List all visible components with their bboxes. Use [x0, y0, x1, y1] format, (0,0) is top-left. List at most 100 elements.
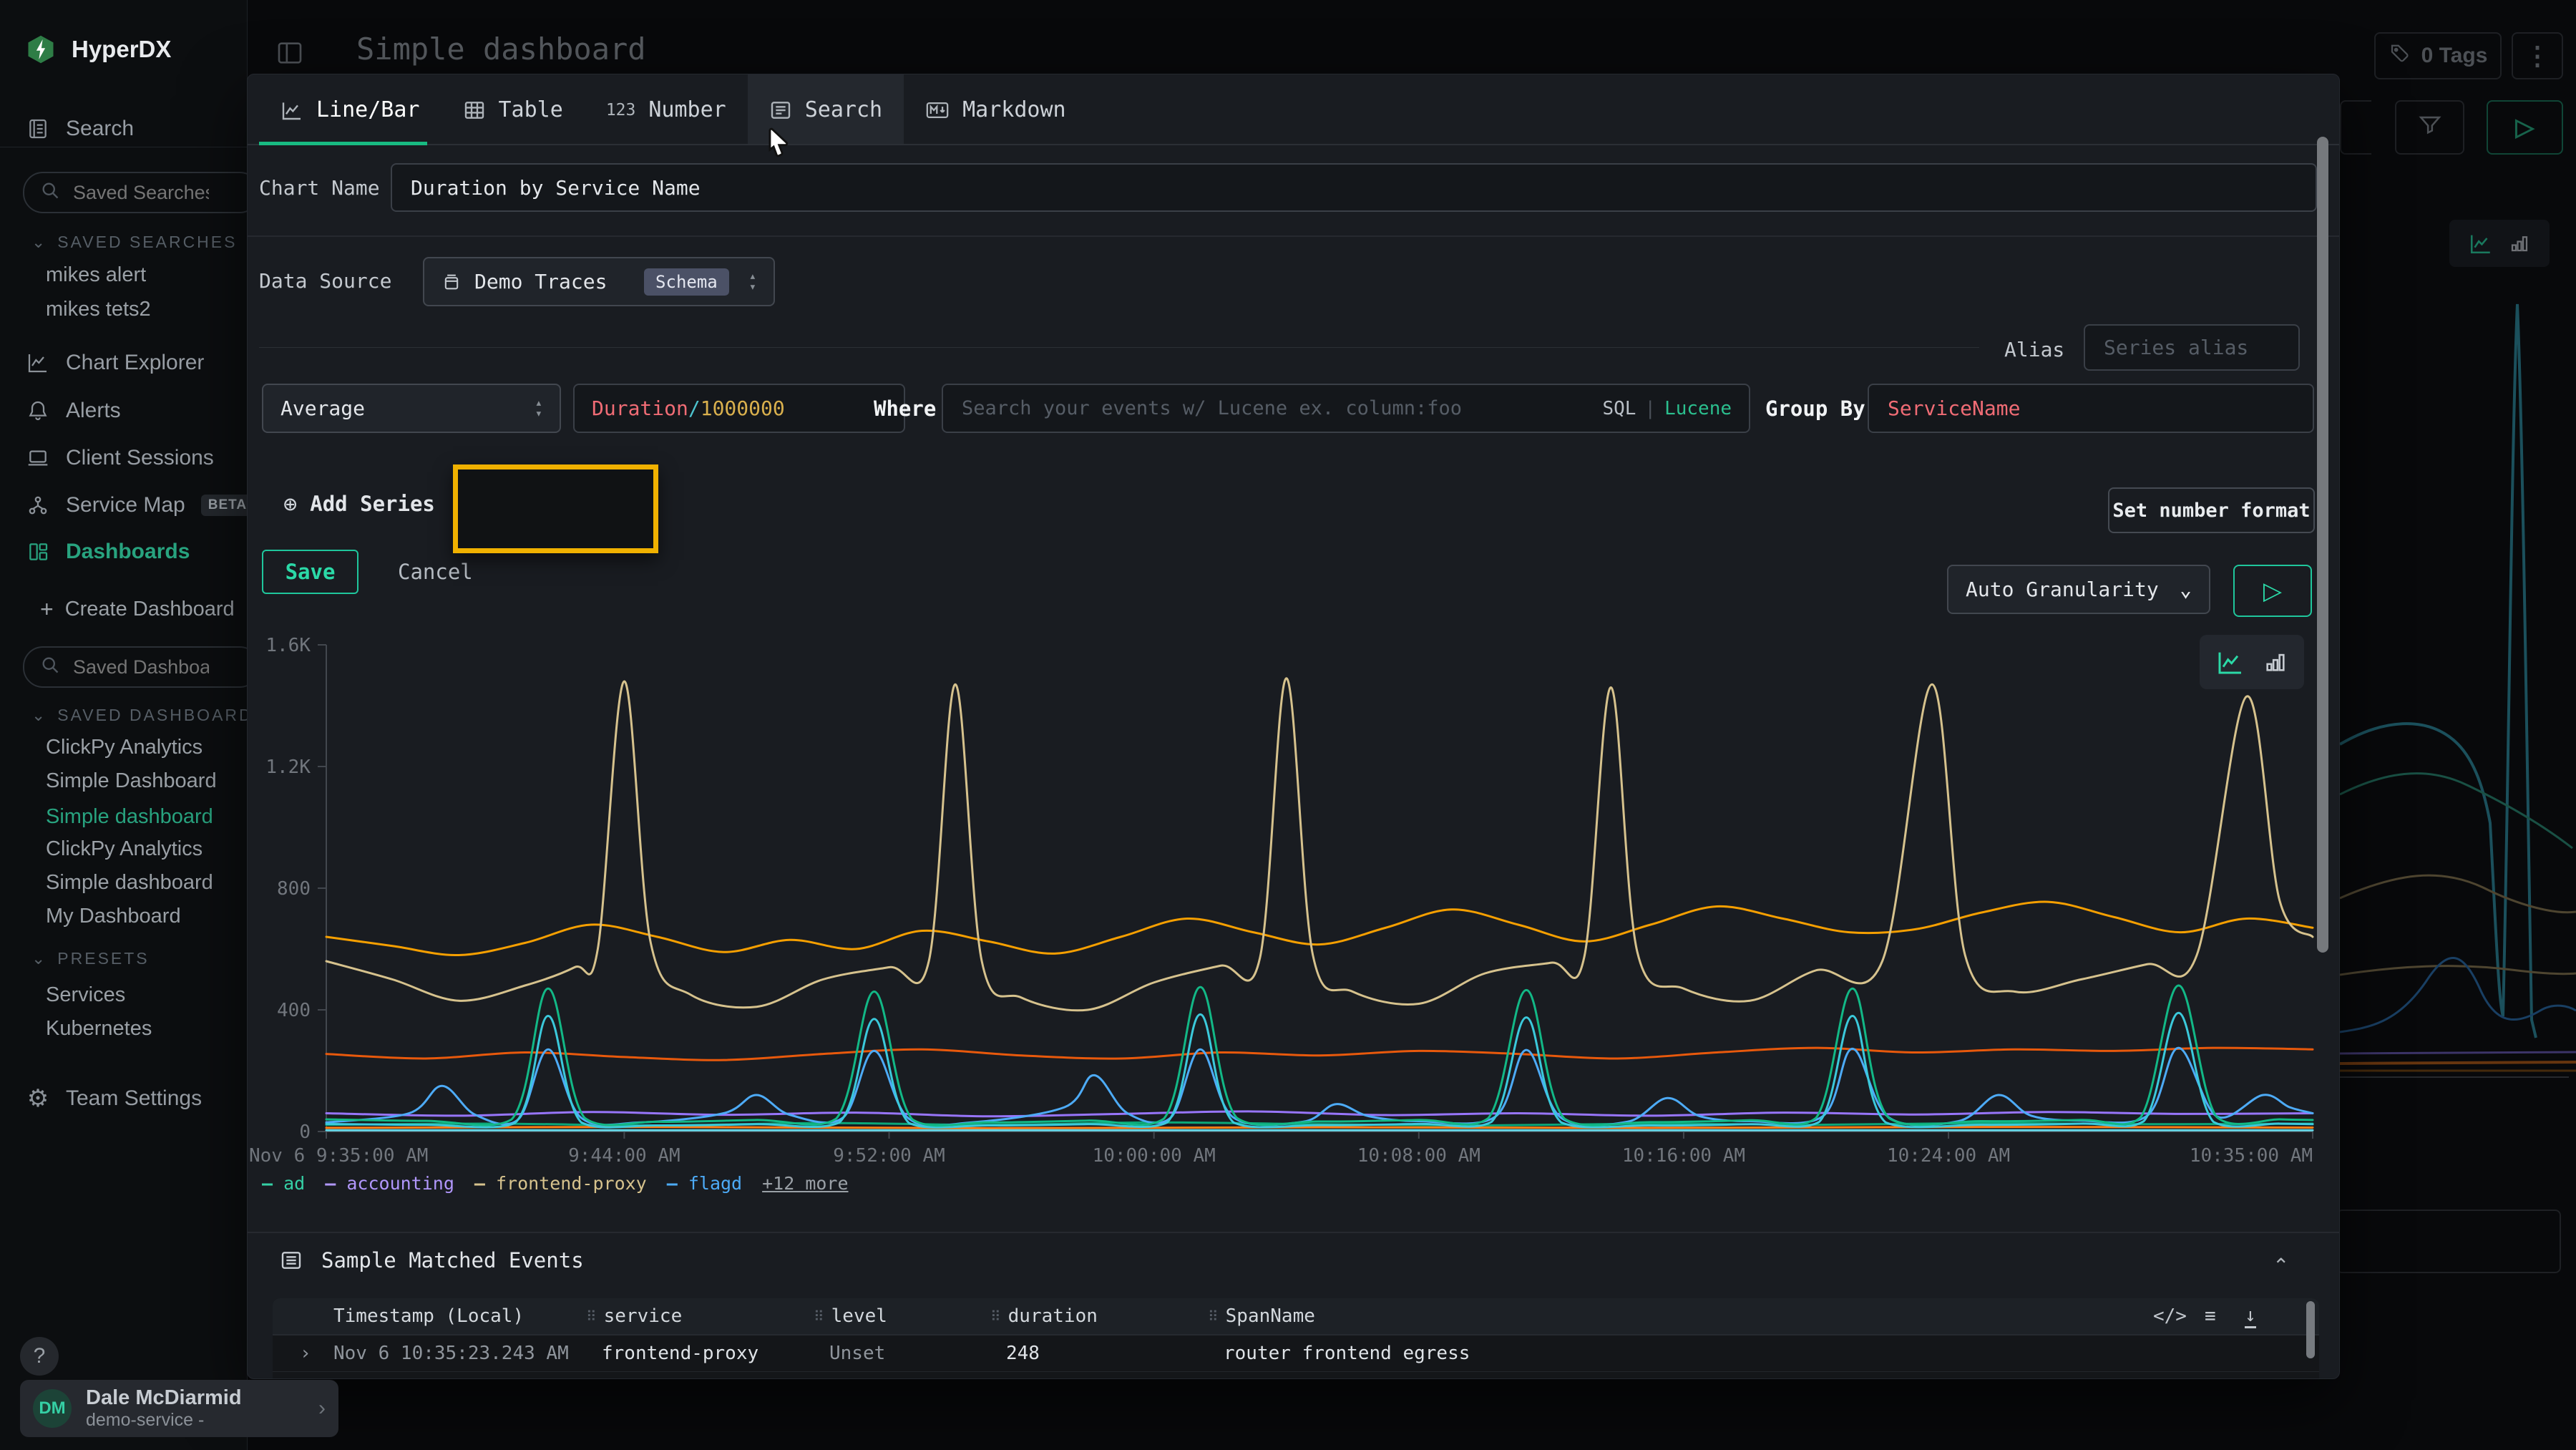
table-row[interactable]: › Nov 6 10:35:23.243 AM frontend-proxy U… — [273, 1335, 2319, 1372]
tab-markdown[interactable]: Markdown — [904, 74, 1088, 145]
saved-dashboards-field[interactable] — [72, 656, 210, 679]
brand: HyperDX — [26, 34, 171, 64]
search-icon — [40, 180, 60, 205]
run-preview-button[interactable]: ▷ — [2233, 565, 2312, 617]
section-divider — [248, 235, 2339, 237]
cell-timestamp: Nov 6 10:35:23.243 AM — [333, 1372, 569, 1378]
hyperdx-logo-icon — [26, 34, 56, 64]
preview-chart-type-toggle[interactable] — [2200, 635, 2304, 689]
svg-text:9:44:00 AM: 9:44:00 AM — [568, 1145, 680, 1167]
legend-item[interactable]: — frontend-proxy — [474, 1173, 647, 1194]
chart-name-input-wrap — [391, 163, 2317, 212]
laptop-icon — [26, 446, 50, 470]
svg-text:10:24:00 AM: 10:24:00 AM — [1887, 1145, 2010, 1167]
tab-line-bar[interactable]: Line/Bar — [259, 74, 441, 145]
sidebar-item-dashboard-active[interactable]: Simple dashboard — [46, 805, 213, 829]
saved-searches-header[interactable]: ⌄ SAVED SEARCHES — [31, 233, 237, 252]
column-header[interactable]: ⠿duration — [990, 1298, 1098, 1334]
presets-header[interactable]: ⌄ PRESETS — [31, 949, 150, 968]
sidebar-item-dashboard[interactable]: My Dashboard — [46, 905, 181, 928]
chart-type-tabs: Line/Bar Table 123 Number Search — [248, 74, 2340, 145]
help-button[interactable]: ? — [20, 1337, 59, 1376]
sql-mode-toggle[interactable]: SQL — [1602, 398, 1636, 419]
saved-dashboards-input[interactable] — [23, 646, 260, 688]
field-expression-input[interactable]: Duration/1000000 — [573, 384, 905, 433]
sidebar-item-team-settings[interactable]: ⚙ Team Settings — [26, 1086, 202, 1111]
tab-table[interactable]: Table — [441, 74, 585, 145]
series-divider — [259, 347, 1979, 348]
sidebar-item-client-sessions[interactable]: Client Sessions — [26, 446, 214, 470]
save-button[interactable]: Save — [262, 550, 358, 594]
tab-number[interactable]: 123 Number — [585, 74, 748, 145]
modal-scrollbar-thumb[interactable] — [2317, 137, 2328, 953]
sidebar-item-label: Search — [66, 117, 134, 141]
drag-handle-icon: ⠿ — [586, 1308, 597, 1325]
column-header[interactable]: Timestamp (Local) — [333, 1298, 524, 1334]
legend-item[interactable]: — accounting — [325, 1173, 454, 1194]
chevron-down-icon: ⌄ — [31, 233, 47, 252]
sidebar-item-dashboard[interactable]: ClickPy Analytics — [46, 837, 203, 861]
sidebar-item-service-map[interactable]: Service Map BETA — [26, 493, 254, 517]
collapse-panel-icon[interactable]: ⌃ — [2273, 1254, 2289, 1278]
sidebar-item-mikes-alert[interactable]: mikes alert — [46, 263, 146, 287]
saved-searches-field[interactable] — [72, 181, 210, 205]
number-token: 1000000 — [701, 396, 785, 420]
saved-searches-input[interactable] — [23, 172, 260, 213]
mouse-cursor — [753, 126, 790, 167]
line-chart-icon — [26, 351, 50, 375]
saved-dashboards-header[interactable]: ⌄ SAVED DASHBOARDS — [31, 706, 266, 725]
plus-icon: + — [40, 596, 54, 623]
download-icon[interactable]: ↓ — [2245, 1298, 2256, 1334]
sidebar-item-dashboard[interactable]: Simple dashboard — [46, 871, 213, 895]
drag-handle-icon: ⠿ — [990, 1308, 1001, 1325]
sidebar-item-dashboards[interactable]: Dashboards — [26, 540, 190, 564]
legend-item[interactable]: — flagd — [667, 1173, 742, 1194]
search-icon — [40, 655, 60, 680]
alias-input[interactable] — [2102, 335, 2281, 360]
cancel-button[interactable]: Cancel — [398, 550, 473, 594]
group-by-input[interactable] — [1886, 396, 2296, 421]
sidebar-item-alerts[interactable]: Alerts — [26, 399, 121, 423]
user-name: Dale McDiarmid — [86, 1386, 304, 1410]
create-dashboard-button[interactable]: + Create Dashboard — [40, 596, 235, 623]
sidebar-item-dashboard[interactable]: ClickPy Analytics — [46, 736, 203, 759]
operator-token: / — [688, 396, 701, 420]
preview-chart[interactable]: 04008001.2K1.6KNov 6 9:35:00 AM9:44:00 A… — [248, 618, 2340, 1191]
tabs-divider — [248, 144, 2339, 145]
column-header[interactable]: ⠿service — [586, 1298, 682, 1334]
avatar: DM — [33, 1389, 72, 1428]
sidebar-item-kubernetes[interactable]: Kubernetes — [46, 1017, 152, 1041]
set-number-format-button[interactable]: Set number format — [2108, 487, 2315, 533]
drag-handle-icon: ⠿ — [1208, 1308, 1219, 1325]
chart-name-input[interactable] — [409, 175, 2298, 200]
data-source-select[interactable]: Demo Traces Schema ▴▾ — [423, 257, 775, 306]
sample-events-header[interactable]: Sample Matched Events — [280, 1248, 584, 1273]
row-expander-icon[interactable]: › — [300, 1372, 311, 1378]
sidebar-item-search[interactable]: Search — [26, 117, 134, 141]
granularity-select[interactable]: Auto Granularity ⌄ — [1947, 565, 2210, 614]
sidebar-item-chart-explorer[interactable]: Chart Explorer — [26, 351, 204, 375]
sidebar-item-mikes-tets2[interactable]: mikes tets2 — [46, 298, 151, 321]
code-view-icon[interactable]: </> — [2153, 1298, 2187, 1334]
row-expander-icon[interactable]: › — [300, 1335, 311, 1371]
beta-badge: BETA — [201, 495, 254, 516]
data-source-value: Demo Traces — [474, 270, 607, 293]
column-header[interactable]: ⠿level — [814, 1298, 887, 1334]
legend-more-link[interactable]: +12 more — [762, 1173, 848, 1194]
aggregation-select[interactable]: Average ▴▾ — [262, 384, 561, 433]
table-row[interactable]: › Nov 6 10:35:23.243 AM frontend-proxy U… — [273, 1372, 2319, 1378]
sidebar: HyperDX Search ⌄ SAVED SEARCHES mikes al… — [0, 0, 248, 1450]
user-card[interactable]: DM Dale McDiarmid demo-service - › — [20, 1380, 338, 1437]
where-search-input[interactable] — [960, 396, 1602, 420]
add-series-button[interactable]: ⊕ Add Series — [283, 482, 435, 525]
svg-text:10:08:00 AM: 10:08:00 AM — [1357, 1145, 1480, 1167]
drag-handle-icon: ⠿ — [814, 1308, 824, 1325]
legend-item[interactable]: — ad — [262, 1173, 305, 1194]
lucene-mode-toggle[interactable]: Lucene — [1664, 398, 1732, 419]
sidebar-item-services[interactable]: Services — [46, 983, 125, 1007]
bell-icon — [26, 399, 50, 423]
plus-circle-icon: ⊕ — [283, 490, 297, 517]
column-header[interactable]: ⠿SpanName — [1208, 1298, 1315, 1334]
wrap-lines-icon[interactable]: ≡ — [2205, 1298, 2216, 1334]
sidebar-item-dashboard[interactable]: Simple Dashboard — [46, 769, 217, 793]
